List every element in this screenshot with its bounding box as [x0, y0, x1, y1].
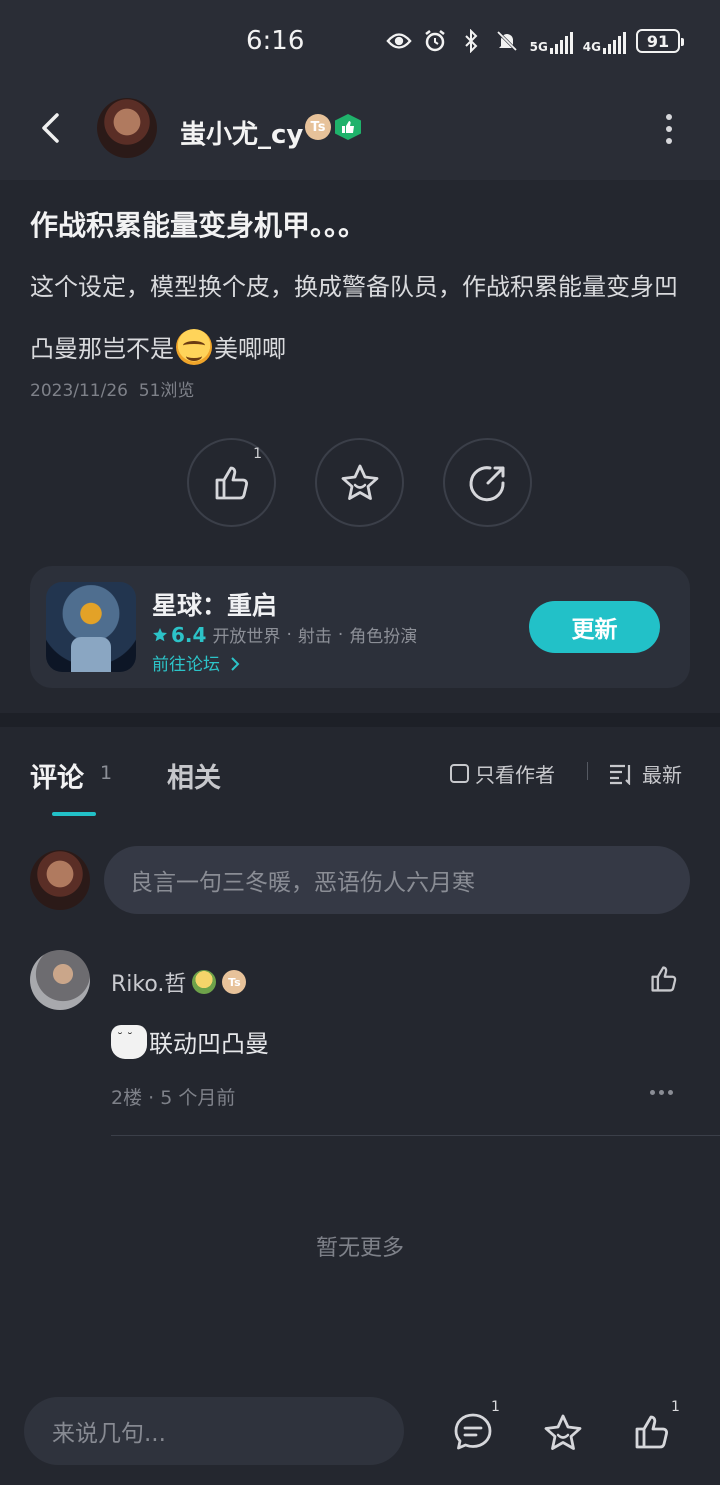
alarm-icon [422, 28, 448, 54]
bluetooth-icon [458, 28, 484, 54]
thumb-up-icon [215, 466, 248, 499]
like-count: 1 [253, 446, 262, 462]
chevron-right-icon [231, 657, 240, 671]
comment-input[interactable]: 良言一句三冬暖，恶语伤人六月寒 [104, 846, 690, 914]
active-tab-indicator [52, 812, 96, 816]
comment-count: 1 [491, 1399, 500, 1415]
signal-5g-icon: 5G [530, 28, 573, 54]
game-tag: 角色扮演 [349, 627, 418, 647]
star-face-icon [544, 1414, 582, 1450]
favorite-button-bottom[interactable] [541, 1411, 583, 1453]
post-views: 51浏览 [138, 381, 195, 401]
comment-time: 5 个月前 [160, 1087, 236, 1109]
back-button[interactable] [32, 108, 72, 148]
thumb-up-icon [635, 1415, 668, 1449]
sort-icon [610, 764, 631, 785]
like-button[interactable]: 1 [187, 438, 276, 527]
like-button-bottom[interactable] [631, 1411, 673, 1453]
status-time: 6:16 [246, 26, 305, 56]
status-bar: 6:16 5G 4G 91 [0, 0, 720, 86]
tag-separator: · [286, 624, 292, 645]
commenter-avatar[interactable] [30, 950, 90, 1010]
battery-icon: 91 [636, 29, 684, 53]
post-actions: 1 [187, 438, 532, 527]
game-icon[interactable] [46, 582, 136, 672]
post-header: 蚩小尤_cy Ts [0, 86, 720, 180]
comment-divider [111, 1135, 720, 1136]
section-divider [0, 713, 720, 727]
no-more-label: 暂无更多 [315, 1236, 404, 1261]
comments-count: 1 [100, 762, 113, 784]
mute-bell-icon [494, 28, 520, 54]
star-face-icon [341, 464, 378, 500]
author-avatar[interactable] [97, 98, 157, 158]
favorite-button[interactable] [315, 438, 404, 527]
comment-more-button[interactable] [650, 1082, 678, 1102]
level-badge: Ts [222, 970, 247, 994]
author-only-toggle[interactable]: 只看作者 [450, 759, 555, 788]
post-body-tail: 美唧唧 [214, 335, 286, 363]
share-icon [469, 465, 505, 501]
game-rating: 6.4 [152, 623, 206, 647]
author-only-checkbox[interactable] [450, 764, 469, 783]
post-body-text: 这个设定，模型换个皮，换成警备队员，作战积累能量变身凹凸曼那岂不是 [30, 273, 678, 363]
game-tag: 开放世界 [212, 627, 281, 647]
post-date: 2023/11/26 [30, 381, 128, 401]
more-menu-button[interactable] [664, 114, 674, 144]
comment-meta: 2楼 · 5 个月前 [111, 1087, 236, 1109]
comment-text: 联动凹凸曼 [111, 1024, 269, 1059]
verified-thumb-badge-icon [335, 114, 361, 140]
bottom-comment-input[interactable]: 来说几句... [24, 1397, 404, 1465]
comment-bubble-icon [454, 1413, 492, 1450]
filter-separator [587, 762, 588, 780]
tab-comments[interactable]: 评论 [30, 756, 84, 795]
game-tag: 射击 [297, 627, 332, 647]
post-meta: 2023/11/26 51浏览 [30, 376, 194, 401]
cat-emoji-icon [111, 1024, 147, 1059]
like-count-bottom: 1 [671, 1399, 680, 1415]
tag-separator: · [337, 624, 344, 645]
post-body: 这个设定，模型换个皮，换成警备队员，作战积累能量变身凹凸曼那岂不是 美唧唧 [30, 256, 700, 380]
commenter-name[interactable]: Riko.哲 Ts [111, 966, 247, 998]
eye-icon [385, 28, 412, 54]
status-icons: 5G 4G 91 [385, 28, 684, 54]
anime-avatar-badge-icon [192, 970, 217, 994]
thumb-up-icon [651, 966, 677, 992]
signal-4g-icon: 4G [583, 28, 626, 54]
smirk-emoji-icon [176, 329, 212, 365]
game-card[interactable]: 星球：重启 6.4 开放世界 · 射击 · 角色扮演 前往论坛 更新 [30, 566, 690, 688]
star-icon [153, 627, 167, 641]
tab-related[interactable]: 相关 [167, 756, 221, 795]
level-badge: Ts [305, 114, 331, 140]
comment-floor: 2楼 [111, 1087, 143, 1109]
my-avatar [30, 850, 90, 910]
post-title: 作战积累能量变身机甲。。。 [30, 209, 367, 242]
sort-toggle[interactable]: 最新 [608, 759, 682, 788]
forum-link[interactable]: 前往论坛 [152, 650, 241, 675]
comment-like-button[interactable] [648, 963, 680, 995]
share-button[interactable] [443, 438, 532, 527]
author-name[interactable]: 蚩小尤_cy [180, 114, 303, 151]
comment-button[interactable] [452, 1411, 494, 1453]
chevron-left-icon [42, 113, 59, 143]
game-meta: 6.4 开放世界 · 射击 · 角色扮演 [152, 622, 417, 647]
update-button[interactable]: 更新 [529, 601, 660, 653]
game-name[interactable]: 星球：重启 [152, 586, 277, 622]
